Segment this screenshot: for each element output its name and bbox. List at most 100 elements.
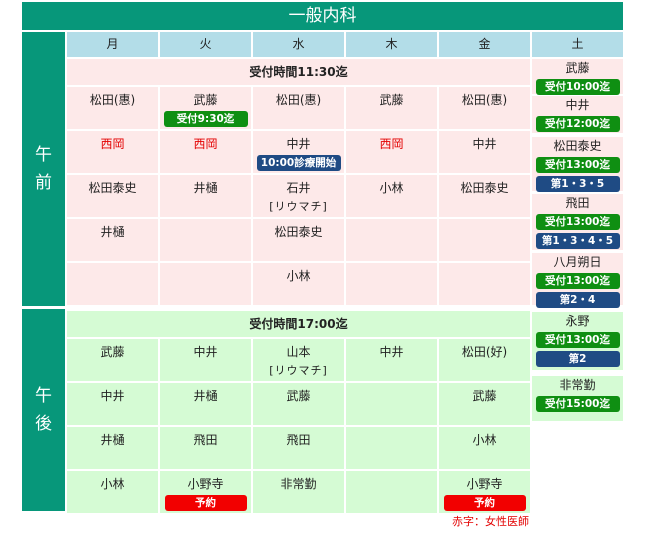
pm-cell: 中井 xyxy=(67,383,158,425)
am-cell xyxy=(346,219,437,261)
doctor-name: 武藤 xyxy=(379,93,404,107)
doctor-name: 井樋 xyxy=(193,389,218,403)
doctor-name: 石井 xyxy=(286,181,311,195)
am-cell: 松田泰史 xyxy=(253,219,344,261)
am-cell: 武藤受付9:30迄 xyxy=(160,87,251,129)
doctor-name: 中井 xyxy=(565,98,590,112)
pm-reception-banner: 受付時間17:00迄 xyxy=(67,311,530,337)
doctor-name: 松田(惠) xyxy=(275,93,322,107)
info-badge: 受付13:00迄 xyxy=(535,214,620,230)
am-cell: 井樋 xyxy=(67,219,158,261)
doctor-name: 松田(好) xyxy=(461,345,508,359)
info-badge: 受付13:00迄 xyxy=(535,157,620,173)
am-cell: 西岡 xyxy=(160,131,251,173)
doctor-name: 松田(惠) xyxy=(461,93,508,107)
specialty-note: [リウマチ] xyxy=(269,364,328,377)
pm-cell: 中井 xyxy=(346,339,437,381)
page-title: 一般内科 xyxy=(22,2,623,30)
pm-cell: 武藤 xyxy=(439,383,530,425)
am-cell xyxy=(439,219,530,261)
day-header: 火 xyxy=(160,32,251,57)
doctor-name: 中井 xyxy=(472,137,497,151)
doctor-name: 八月朔日 xyxy=(553,255,602,269)
pm-cell: 小林 xyxy=(439,427,530,469)
doctor-name: 小野寺 xyxy=(187,477,224,491)
info-badge: 第2 xyxy=(535,351,620,367)
am-cell: 西岡 xyxy=(346,131,437,173)
pm-label-char: 午 xyxy=(35,386,52,406)
doctor-name: 中井 xyxy=(379,345,404,359)
legend-note: 赤字：女性医師 xyxy=(452,515,529,528)
pm-cell: 小野寺 予約 xyxy=(160,471,251,513)
am-label-char: 午 xyxy=(35,145,52,165)
am-cell: 松田(惠) xyxy=(439,87,530,129)
am-cell: 中井 10:00診療開始 xyxy=(253,131,344,173)
info-badge: 受付13:00迄 xyxy=(535,332,620,348)
saturday-entry: 八月朔日受付13:00迄 第2・4 xyxy=(532,253,623,308)
info-badge: 受付9:30迄 xyxy=(163,111,248,127)
saturday-entry: 武藤 受付10:00迄 xyxy=(532,59,623,95)
am-cell: 松田(惠) xyxy=(253,87,344,129)
doctor-name: 武藤 xyxy=(100,345,125,359)
reservation-badge: 予約 xyxy=(164,495,247,511)
saturday-entry: 非常勤 受付15:00迄 xyxy=(532,376,623,421)
doctor-name: 松田泰史 xyxy=(460,181,509,195)
saturday-entry: 飛田 受付13:00迄 第1・3・4・5 xyxy=(532,194,623,250)
pm-cell: 武藤 xyxy=(67,339,158,381)
doctor-name: 西岡 xyxy=(193,137,218,151)
doctor-name: 非常勤 xyxy=(559,378,596,392)
pm-cell: 飛田 xyxy=(160,427,251,469)
doctor-name: 武藤 xyxy=(472,389,497,403)
am-cell: 中井 xyxy=(439,131,530,173)
pm-cell xyxy=(346,471,437,513)
doctor-name: 非常勤 xyxy=(280,477,317,491)
specialty-note: [リウマチ] xyxy=(269,200,328,213)
am-label-char: 前 xyxy=(35,173,52,193)
pm-cell: 井樋 xyxy=(67,427,158,469)
am-cell: 小林 xyxy=(253,263,344,305)
am-cell: 井樋 xyxy=(160,175,251,217)
doctor-name: 松田泰史 xyxy=(553,139,602,153)
doctor-name: 中井 xyxy=(193,345,218,359)
info-badge: 第2・4 xyxy=(535,292,620,308)
info-badge: 受付12:00迄 xyxy=(535,116,620,132)
am-cell: 西岡 xyxy=(67,131,158,173)
info-badge: 受付10:00迄 xyxy=(535,79,620,95)
doctor-name: 西岡 xyxy=(100,137,125,151)
pm-cell: 中井 xyxy=(160,339,251,381)
am-cell: 松田泰史 xyxy=(67,175,158,217)
info-badge: 10:00診療開始 xyxy=(256,155,341,171)
doctor-name: 松田泰史 xyxy=(88,181,137,195)
pm-cell: 非常勤 xyxy=(253,471,344,513)
pm-label-char: 後 xyxy=(35,414,52,434)
am-cell: 松田(惠) xyxy=(67,87,158,129)
am-cell: 松田泰史 xyxy=(439,175,530,217)
pm-cell: 武藤 xyxy=(253,383,344,425)
pm-cell: 松田(好) xyxy=(439,339,530,381)
pm-label: 午後 xyxy=(22,309,65,511)
pm-cell: 山本 [リウマチ] xyxy=(253,339,344,381)
info-badge: 受付13:00迄 xyxy=(535,273,620,289)
doctor-name: 飛田 xyxy=(193,433,218,447)
am-label: 午前 xyxy=(22,32,65,306)
doctor-name: 小林 xyxy=(472,433,497,447)
day-header: 水 xyxy=(253,32,344,57)
doctor-name: 山本 xyxy=(286,345,311,359)
day-header: 木 xyxy=(346,32,437,57)
am-cell xyxy=(439,263,530,305)
pm-cell: 小林 xyxy=(67,471,158,513)
am-cell: 石井 [リウマチ] xyxy=(253,175,344,217)
doctor-name: 武藤 xyxy=(193,93,218,107)
day-header: 土 xyxy=(532,32,623,57)
pm-cell xyxy=(346,383,437,425)
doctor-name: 飛田 xyxy=(286,433,311,447)
am-cell xyxy=(67,263,158,305)
saturday-entry: 松田泰史受付13:00迄 第1・3・5 xyxy=(532,137,623,192)
day-header: 金 xyxy=(439,32,530,57)
saturday-entry: 永野 受付13:00迄 第2 xyxy=(532,312,623,370)
am-reception-banner: 受付時間11:30迄 xyxy=(67,59,530,85)
doctor-name: 松田泰史 xyxy=(274,225,323,239)
info-badge: 第1・3・5 xyxy=(535,176,620,192)
pm-cell: 小野寺 予約 xyxy=(439,471,530,513)
am-cell: 小林 xyxy=(346,175,437,217)
